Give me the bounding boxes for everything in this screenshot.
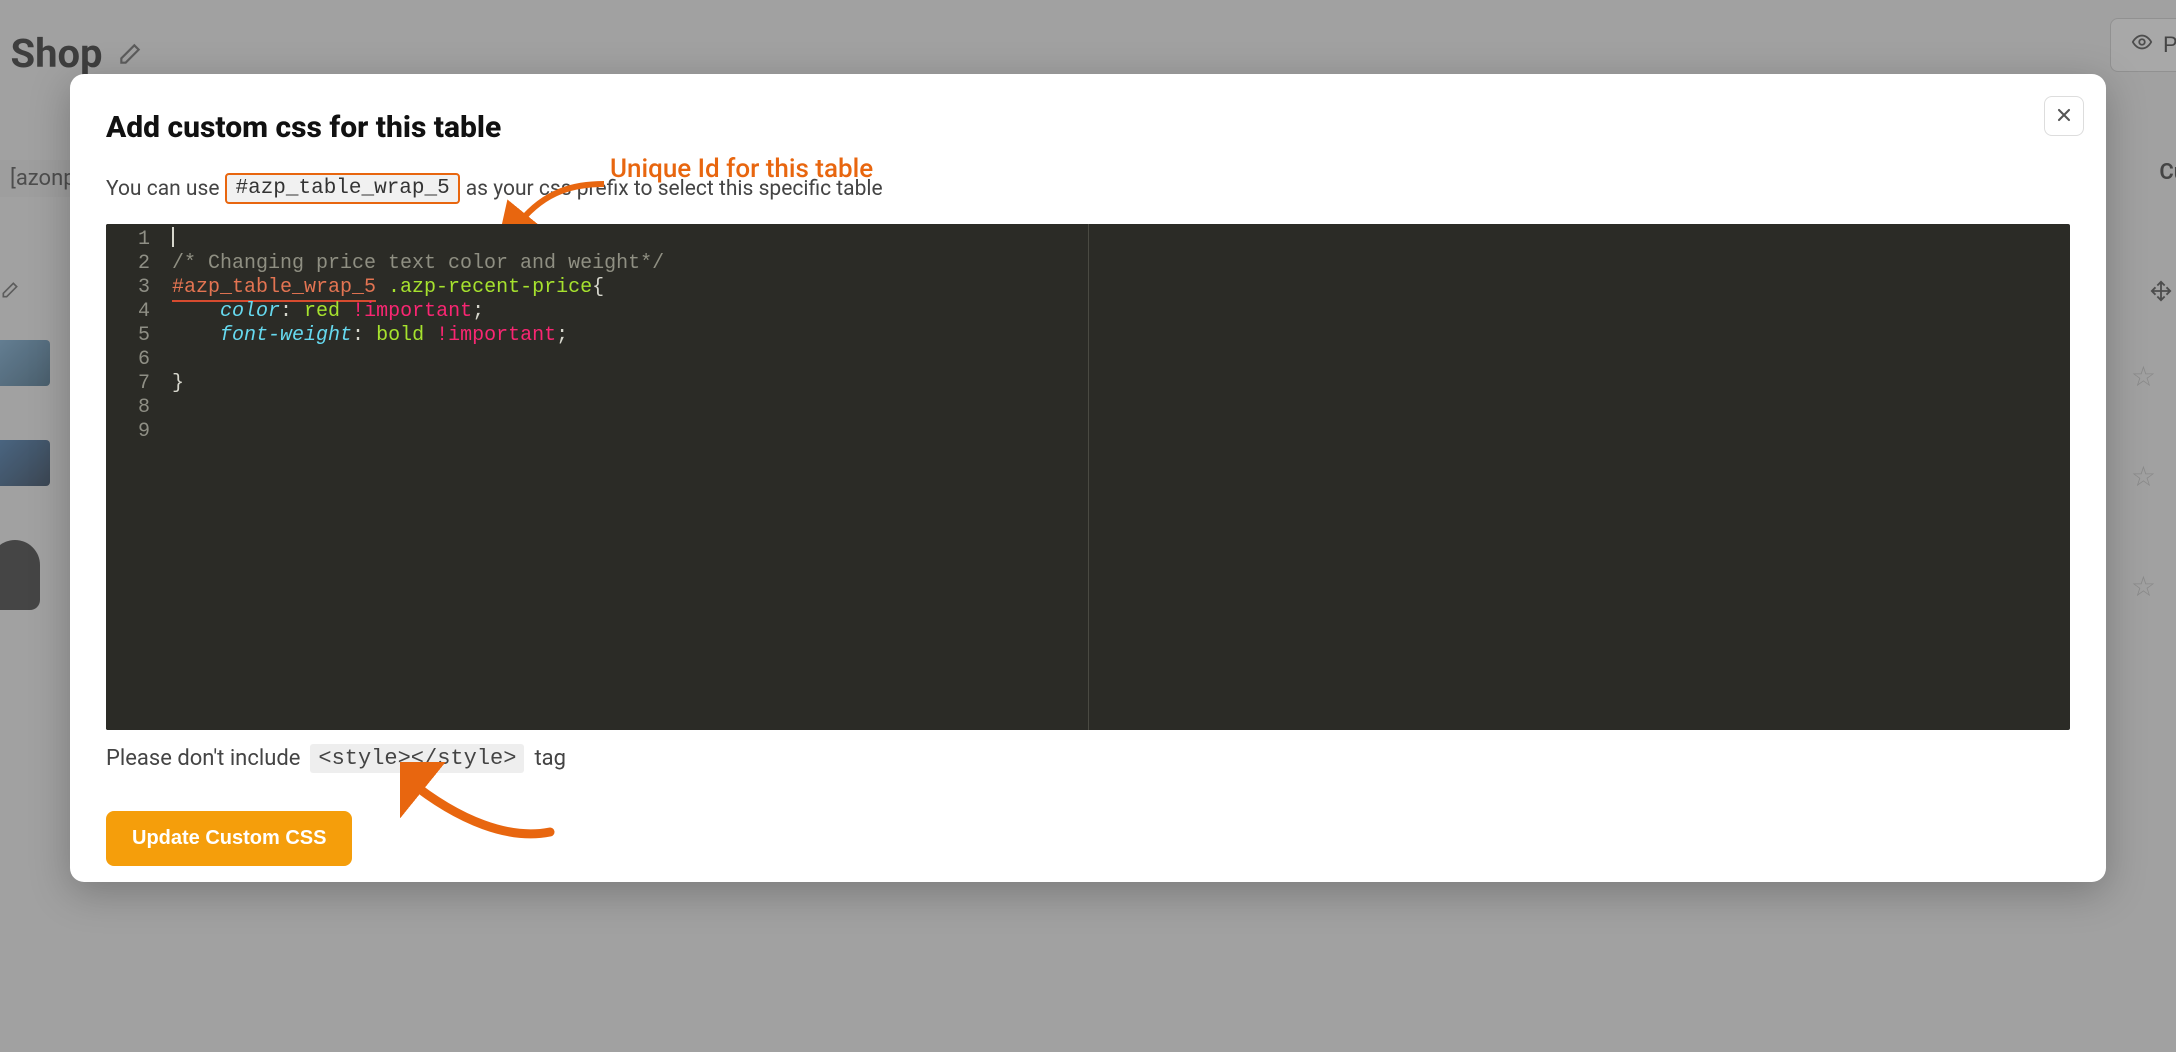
line-number: 8	[106, 396, 150, 420]
code-prop: color	[220, 300, 280, 323]
css-editor[interactable]: 1 2 3 4 5 6 7 8 9 /* Changing price text…	[106, 224, 2070, 730]
annotation-arrow	[400, 762, 560, 842]
modal-title: Add custom css for this table	[106, 110, 2070, 145]
code-prop: font-weight	[220, 324, 352, 347]
code-brace: }	[172, 372, 184, 395]
footer-after: tag	[534, 746, 566, 771]
code-value: bold	[376, 324, 424, 347]
close-icon	[2054, 105, 2074, 128]
code-important: !important	[436, 324, 556, 347]
footer-code: <style></style>	[310, 744, 524, 773]
custom-css-modal: Add custom css for this table Unique Id …	[70, 74, 2106, 882]
footer-before: Please don't include	[106, 746, 300, 771]
editor-gutter: 1 2 3 4 5 6 7 8 9	[106, 224, 160, 730]
code-class: .azp-recent-price	[376, 276, 592, 299]
update-css-button[interactable]: Update Custom CSS	[106, 811, 352, 866]
code-selector: #azp_table_wrap_5	[172, 276, 376, 302]
code-important: !important	[352, 300, 472, 323]
code-brace: {	[592, 276, 604, 299]
line-number: 3	[106, 276, 150, 300]
line-number: 2	[106, 252, 150, 276]
code-comment: /* Changing price text color and weight*…	[172, 252, 664, 275]
hint-line: You can use #azp_table_wrap_5 as your cs…	[106, 173, 2070, 204]
line-number: 7	[106, 372, 150, 396]
footer-hint: Please don't include <style></style> tag	[106, 744, 2070, 773]
line-number: 6	[106, 348, 150, 372]
line-number: 9	[106, 420, 150, 444]
line-number: 5	[106, 324, 150, 348]
hint-after: as your css prefix to select this specif…	[466, 177, 883, 201]
code-value: red	[304, 300, 340, 323]
hint-before: You can use	[106, 177, 219, 201]
css-prefix-code: #azp_table_wrap_5	[225, 173, 459, 204]
text-cursor	[172, 227, 174, 247]
line-number: 4	[106, 300, 150, 324]
close-button[interactable]	[2044, 96, 2084, 136]
line-number: 1	[106, 228, 150, 252]
editor-code[interactable]: /* Changing price text color and weight*…	[160, 224, 2070, 730]
editor-split	[1088, 224, 1089, 730]
